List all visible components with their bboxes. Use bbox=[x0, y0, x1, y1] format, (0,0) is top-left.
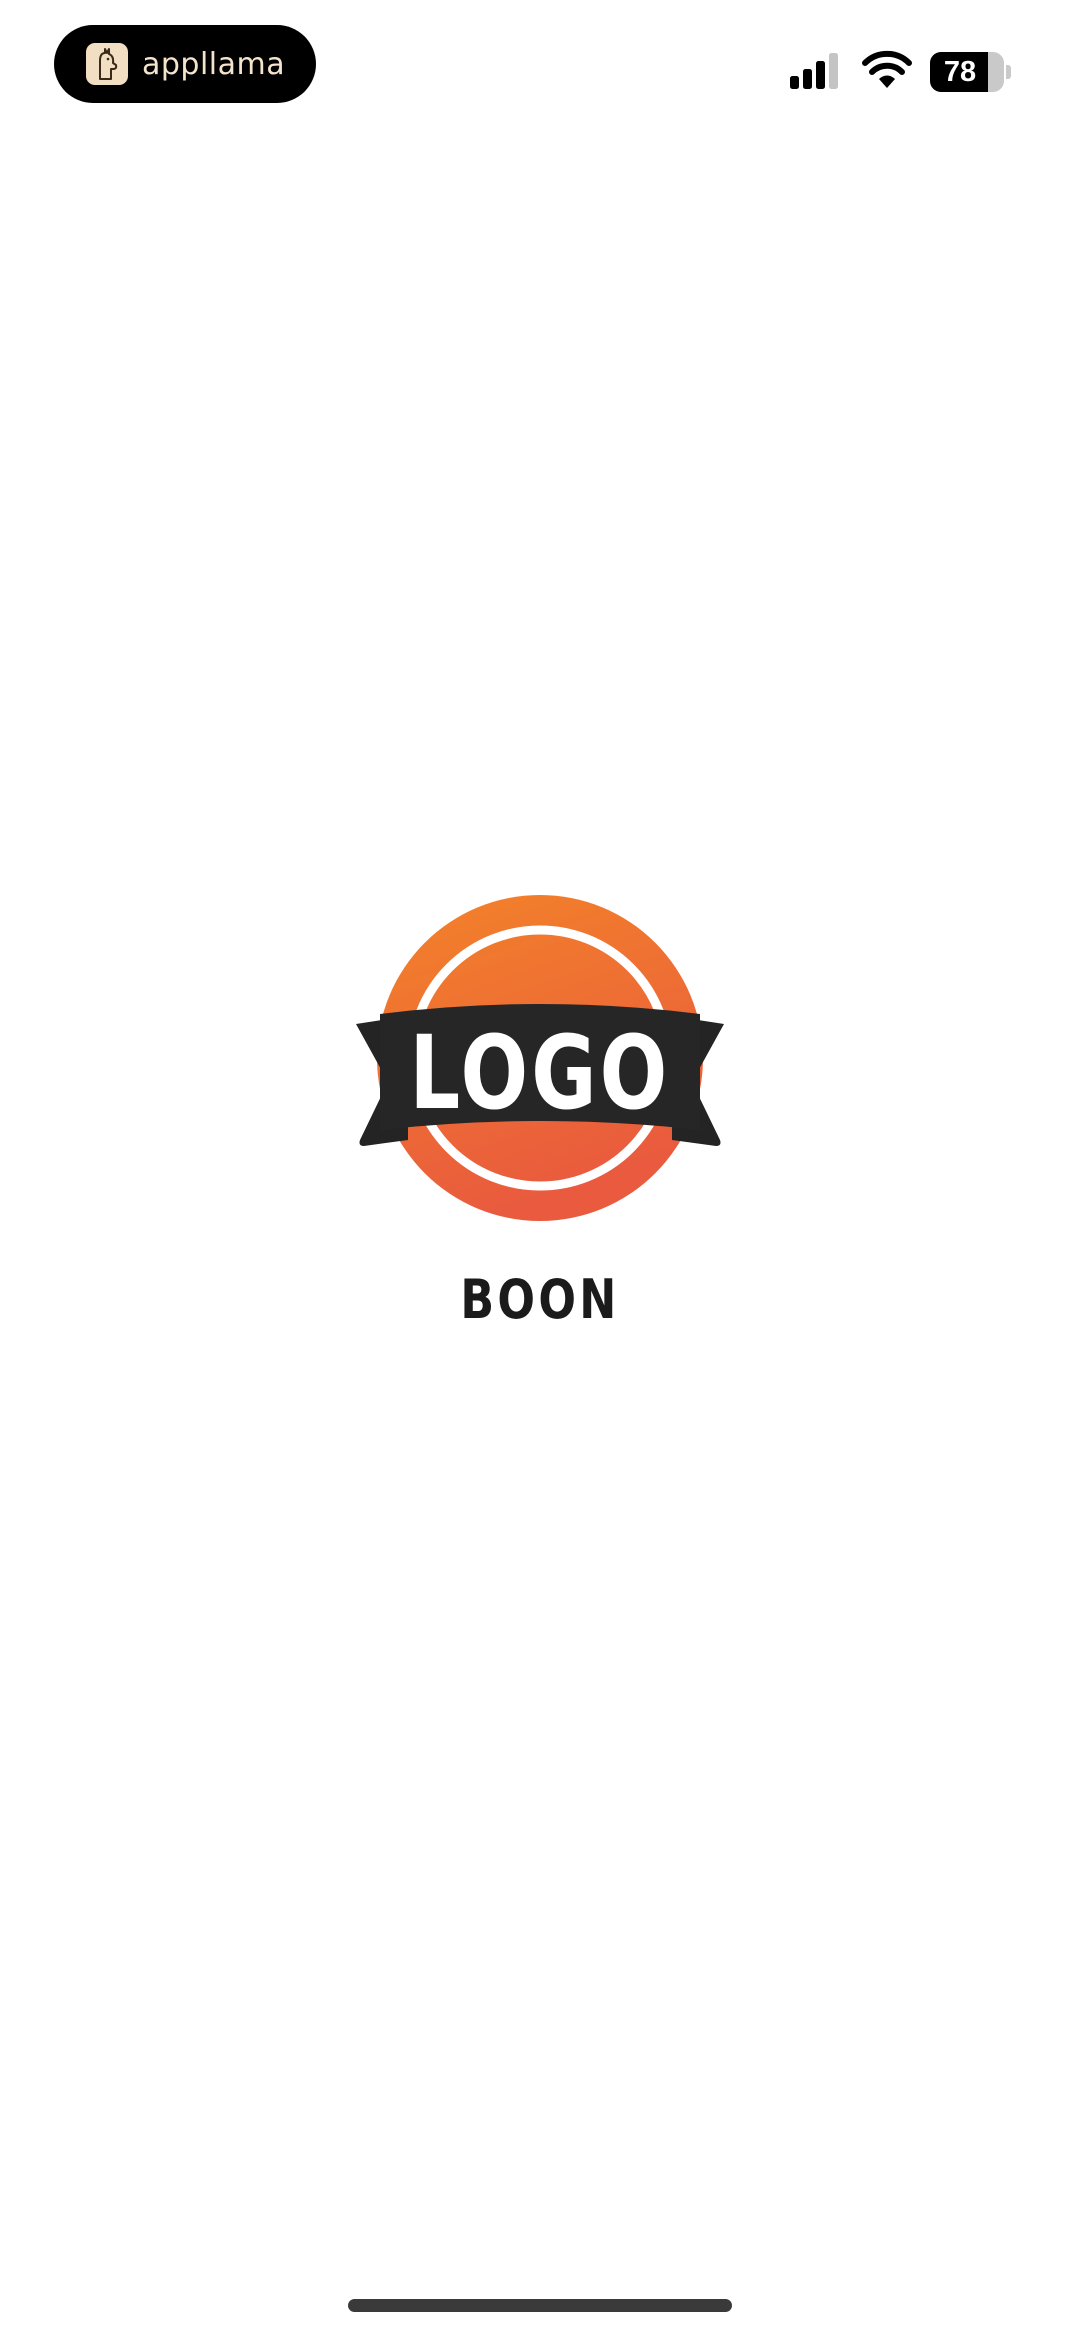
battery-icon: 78 bbox=[930, 52, 1011, 92]
splash-logo: LOGO bbox=[352, 890, 728, 1230]
wifi-icon bbox=[862, 50, 912, 88]
app-pill[interactable]: appllama bbox=[54, 25, 316, 103]
app-pill-label: appllama bbox=[142, 46, 286, 82]
cellular-signal-icon bbox=[790, 53, 838, 89]
status-bar: appllama 78 bbox=[0, 0, 1080, 130]
llama-icon bbox=[86, 43, 128, 85]
logo-text: LOGO bbox=[410, 1013, 671, 1132]
brand-name: BOON bbox=[460, 1268, 620, 1331]
battery-level: 78 bbox=[943, 55, 977, 88]
logo-emblem-icon: LOGO bbox=[356, 895, 724, 1221]
home-indicator[interactable] bbox=[348, 2299, 732, 2312]
